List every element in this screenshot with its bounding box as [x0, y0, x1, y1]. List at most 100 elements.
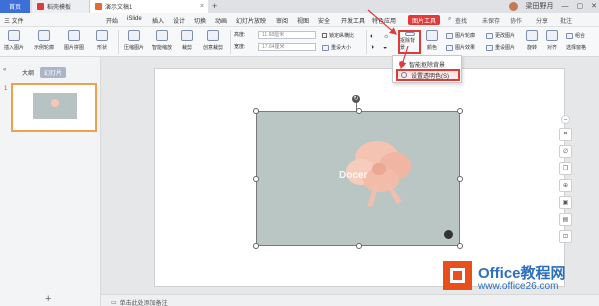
reset-picture-icon — [486, 44, 493, 51]
add-slide-icon[interactable]: + — [45, 293, 51, 305]
transparency-icon[interactable]: ◐ — [370, 33, 374, 40]
resize-handle-e[interactable] — [457, 176, 463, 182]
menu-animation[interactable]: 动画 — [215, 16, 227, 25]
slide-thumbnail[interactable] — [11, 83, 97, 132]
notes-icon: ▭ — [111, 300, 117, 306]
menu-developer[interactable]: 开发工具 — [341, 16, 365, 25]
change-picture-button[interactable]: 更改图片 — [486, 32, 515, 39]
picture-outline-button[interactable]: 示例轮廓 — [34, 30, 54, 51]
smart-zoom-button[interactable]: 智能缩放 — [152, 30, 172, 51]
selected-picture[interactable]: Docer — [253, 108, 463, 249]
collapse-icon[interactable]: « — [3, 67, 6, 73]
frame-tool-icon[interactable]: ▤ — [559, 213, 572, 226]
tab-home[interactable]: 首页 — [0, 0, 30, 13]
smart-matting-item[interactable]: 智能抠除背景 — [396, 59, 460, 69]
compress-picture-button[interactable]: 压缩图片 — [124, 30, 144, 51]
reset-picture-button[interactable]: 重设图片 — [486, 44, 515, 51]
selection-pane-button[interactable]: 选择窗格 — [566, 44, 586, 51]
slide-panel: « 大纲 幻灯片 1 + — [0, 57, 101, 306]
menu-save-status[interactable]: 未保存 — [482, 16, 500, 25]
lock-ratio-checkbox[interactable]: 锁定纵横比 — [322, 32, 354, 39]
rotate-button[interactable]: 旋转 — [526, 30, 538, 51]
menu-islide[interactable]: iSlide — [127, 16, 142, 22]
brightness-icon[interactable]: ☼ — [383, 33, 389, 40]
insert-picture-button[interactable]: 插入图片 — [4, 30, 24, 51]
picture-effect-button[interactable]: 图片效果 — [446, 44, 475, 51]
menu-view[interactable]: 视图 — [297, 16, 309, 25]
reset-size-icon — [322, 44, 329, 51]
collapse-toolbar-icon[interactable]: – — [561, 115, 570, 124]
height-field[interactable]: 11.68厘米 — [258, 31, 316, 39]
combine-icon — [566, 32, 573, 39]
rotate-handle-icon[interactable]: ↻ — [352, 95, 360, 103]
width-field[interactable]: 17.64厘米 — [258, 43, 316, 51]
menu-review[interactable]: 审阅 — [276, 16, 288, 25]
menu-collab[interactable]: 协作 — [510, 16, 522, 25]
menu-special[interactable]: 特色应用 — [372, 16, 396, 25]
slide-number: 1 — [4, 86, 8, 92]
thumbnail-picture — [33, 93, 77, 119]
tab-docer-templates[interactable]: 稻壳模板 — [32, 0, 90, 13]
effect-icon — [446, 44, 453, 51]
resize-handle-ne[interactable] — [457, 108, 463, 114]
picture-collage-button[interactable]: 图片拼图 — [64, 30, 84, 51]
close-window-icon[interactable]: ✕ — [591, 2, 597, 10]
shape-label: 形状 — [96, 45, 107, 51]
crop-button[interactable]: 裁剪 — [181, 30, 193, 51]
menu-insert[interactable]: 插入 — [152, 16, 164, 25]
new-tab-icon[interactable]: + — [212, 1, 217, 11]
menu-transition[interactable]: 切换 — [194, 16, 206, 25]
color-label: 颜色 — [426, 45, 437, 51]
user-name[interactable]: 梁田野月 — [526, 1, 554, 11]
outline2-icon — [446, 32, 453, 39]
slide[interactable]: ↻ Docer — [154, 68, 565, 287]
crop2-tool-icon[interactable]: ⊡ — [559, 230, 572, 243]
close-tab-icon[interactable]: × — [200, 3, 204, 10]
tab-presentation[interactable]: 演示文稿1 × — [90, 0, 208, 13]
avatar[interactable] — [508, 1, 518, 11]
shape-button[interactable]: 形状 — [96, 30, 108, 51]
contrast-icon[interactable]: ◑ — [370, 44, 374, 51]
notes-placeholder: 单击此处添加备注 — [119, 301, 168, 306]
menu-comment[interactable]: 批注 — [560, 16, 572, 25]
maximize-icon[interactable]: ▢ — [577, 2, 584, 10]
minimize-icon[interactable]: — — [562, 3, 569, 10]
set-transparent-color-label: 设置透明色(S) — [411, 73, 449, 80]
floating-toolbar: – ⌗ ∅ ❐ ⊕ ▣ ▤ ⊡ — [559, 115, 573, 243]
crop-tool-icon[interactable]: ⌗ — [559, 128, 572, 141]
menu-security[interactable]: 安全 — [318, 16, 330, 25]
sharpen-icon[interactable]: ◒ — [383, 44, 387, 51]
tab-slides[interactable]: 幻灯片 — [40, 67, 67, 78]
search-icon[interactable]: ⌕ — [448, 16, 451, 23]
color-button[interactable]: 颜色 — [426, 30, 438, 51]
menu-share[interactable]: 分享 — [536, 16, 548, 25]
menu-design[interactable]: 设计 — [173, 16, 185, 25]
zoom-tool-icon[interactable]: ⊕ — [559, 179, 572, 192]
compress-label: 压缩图片 — [124, 45, 145, 51]
picture-outline2-button[interactable]: 图片轮廓 — [446, 32, 475, 39]
combine-button[interactable]: 组合 — [566, 32, 585, 39]
reset-size-button[interactable]: 重设大小 — [322, 44, 351, 51]
matting-tool-icon[interactable]: ∅ — [559, 145, 572, 158]
picture-tool-icon[interactable]: ▣ — [559, 196, 572, 209]
menu-search[interactable]: 查找 — [455, 16, 467, 25]
creative-crop-button[interactable]: 创意裁剪 — [203, 30, 223, 51]
menu-start[interactable]: 开始 — [106, 16, 118, 25]
resize-handle-nw[interactable] — [253, 108, 259, 114]
align-button[interactable]: 对齐 — [546, 30, 558, 51]
resize-handle-sw[interactable] — [253, 243, 259, 249]
resize-handle-se[interactable] — [457, 243, 463, 249]
watermark-title: Office教程网 — [478, 265, 566, 282]
set-transparent-color-item[interactable]: 设置透明色(S) — [396, 69, 460, 81]
tab-outline[interactable]: 大纲 — [22, 68, 34, 77]
resize-handle-s[interactable] — [356, 243, 362, 249]
menu-slideshow[interactable]: 幻灯片放映 — [236, 16, 266, 25]
resize-handle-n[interactable] — [356, 108, 362, 114]
menu-file[interactable]: 三 文件 — [4, 16, 24, 25]
layers-tool-icon[interactable]: ❐ — [559, 162, 572, 175]
matting-button[interactable]: 抠除背景 — [398, 30, 421, 54]
menu-picture-tools[interactable]: 图片工具 — [408, 15, 441, 25]
picture-action-icon[interactable] — [444, 230, 453, 239]
notes-area[interactable]: ▭ 单击此处添加备注 — [111, 298, 168, 306]
resize-handle-w[interactable] — [253, 176, 259, 182]
